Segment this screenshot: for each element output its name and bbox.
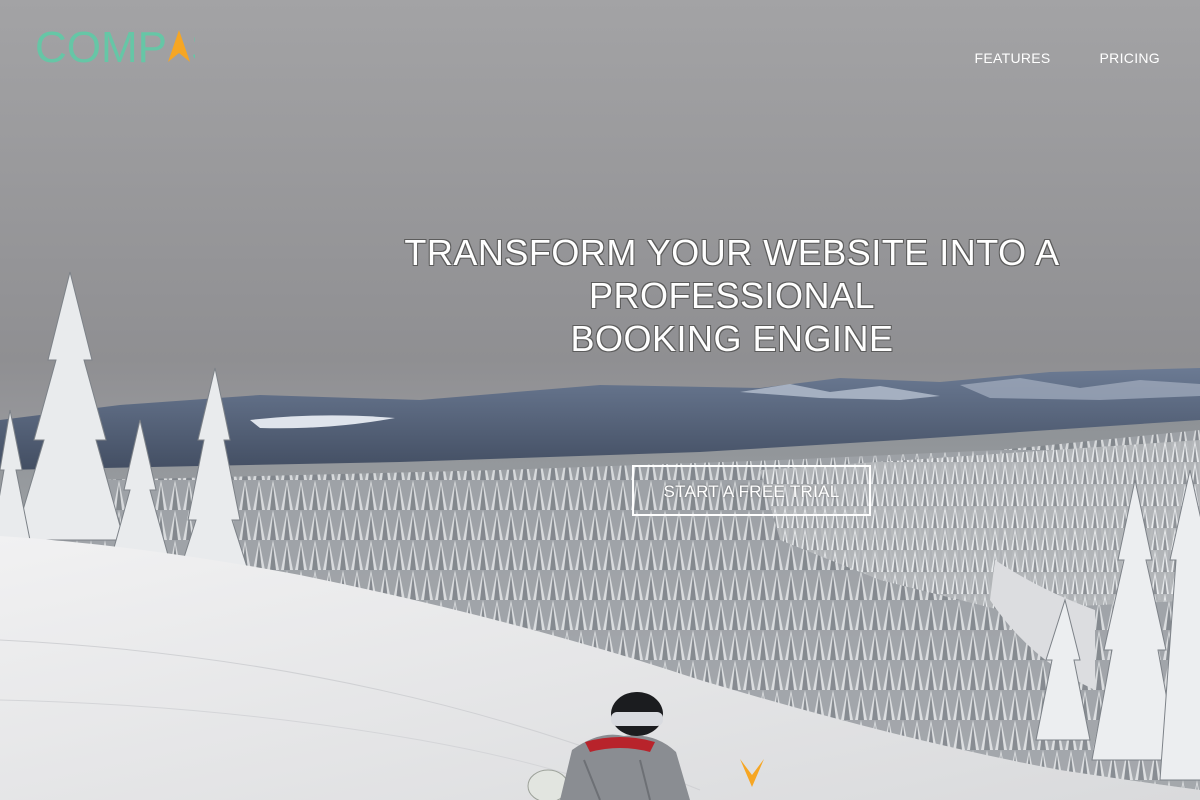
logo-wordmark: COMPSS — [35, 23, 195, 68]
hero-headline-line-2: BOOKING ENGINE — [570, 318, 894, 359]
hero-headline: TRANSFORM YOUR WEBSITE INTO A PROFESSION… — [262, 231, 1200, 360]
compass-needle-icon — [168, 30, 190, 62]
hero-headline-line-1: TRANSFORM YOUR WEBSITE INTO A PROFESSION… — [404, 232, 1060, 316]
hero-background-image — [0, 0, 1200, 800]
top-navigation: FEATURES PRICING — [975, 50, 1161, 66]
chevron-down-icon[interactable] — [738, 757, 766, 791]
nav-link-pricing[interactable]: PRICING — [1100, 50, 1160, 66]
nav-link-features[interactable]: FEATURES — [975, 50, 1051, 66]
start-free-trial-button[interactable]: START A FREE TRIAL — [632, 465, 871, 516]
compass-logo[interactable]: COMPSS — [35, 22, 195, 68]
hero-section: COMPSS FEATURES PRICING TRANSFORM YOUR W… — [0, 0, 1200, 800]
